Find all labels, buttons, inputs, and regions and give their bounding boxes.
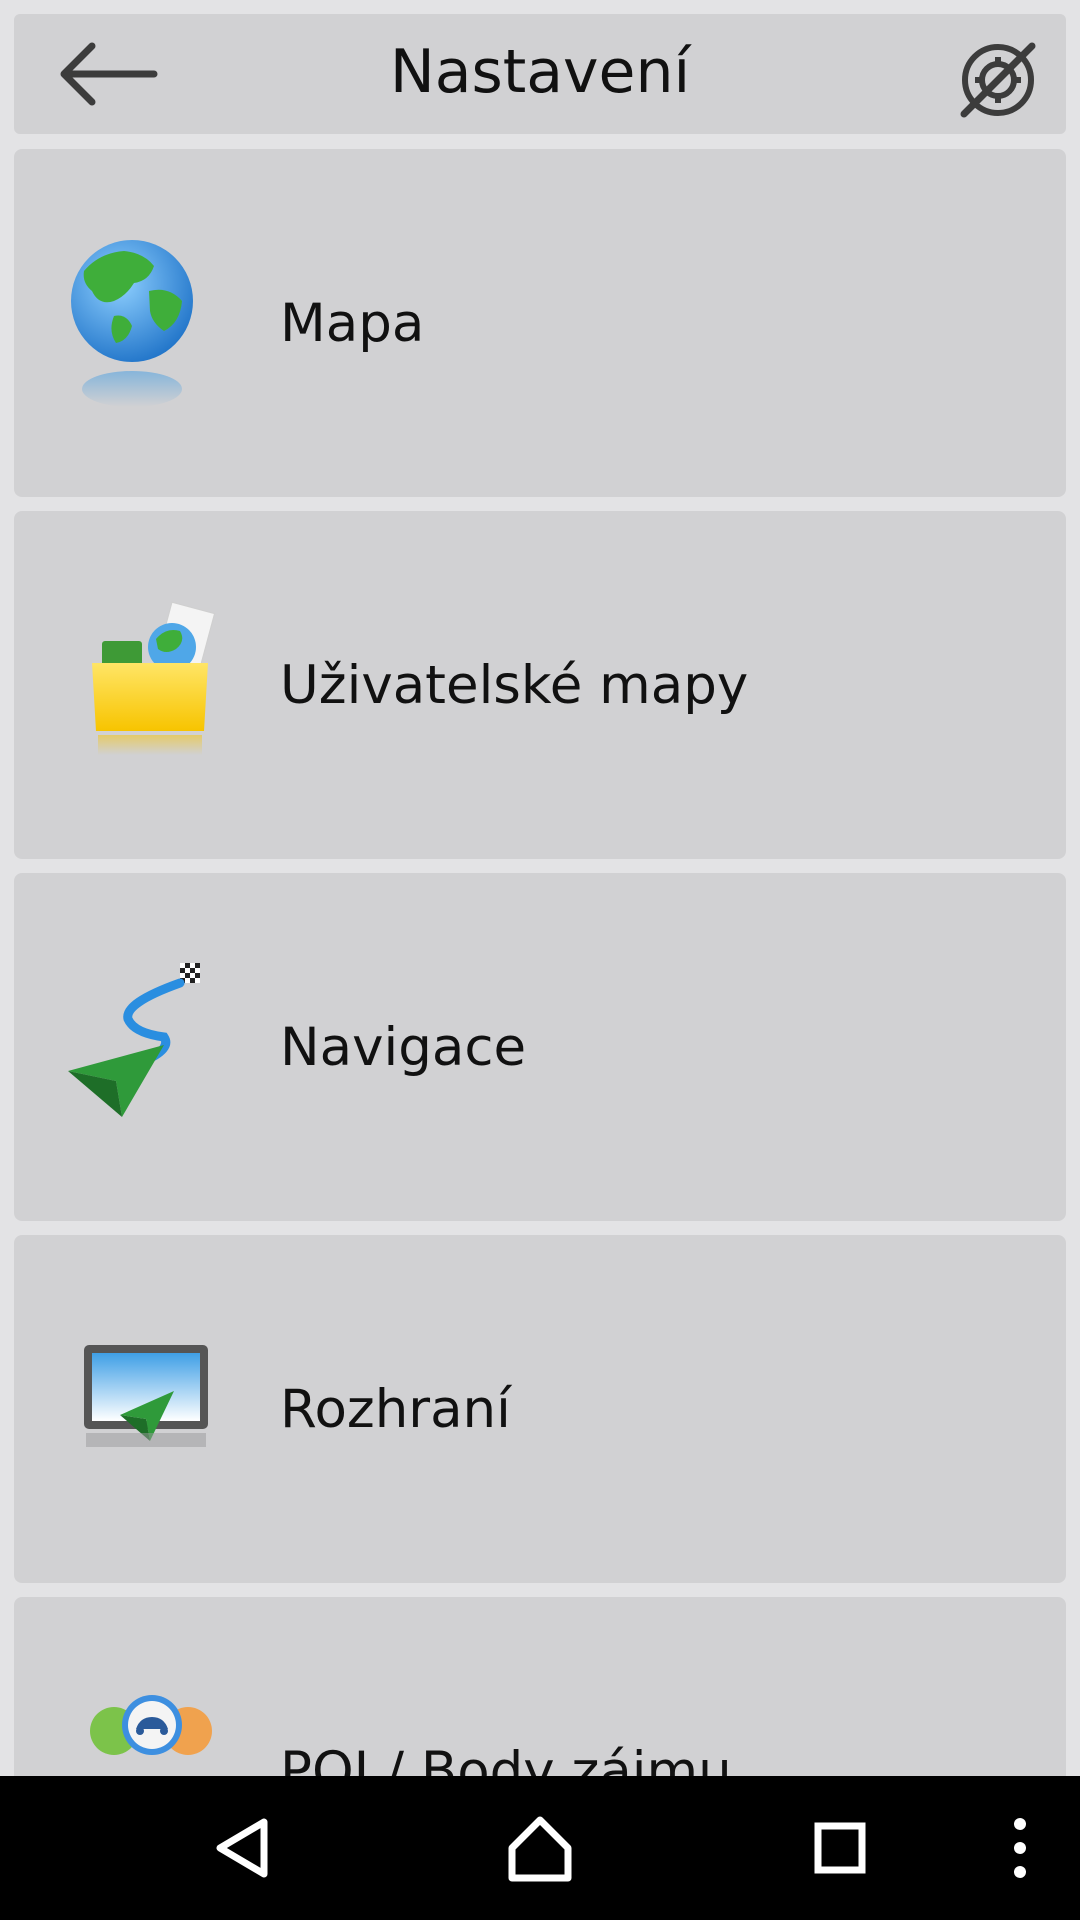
menu-item-poi[interactable]: POI / Body zájmu (14, 1597, 1066, 1776)
menu-item-mapa[interactable]: Mapa (14, 149, 1066, 497)
screen-display-icon (54, 1329, 224, 1509)
overflow-menu-icon (1014, 1818, 1026, 1878)
menu-item-navigation[interactable]: Navigace (14, 873, 1066, 1221)
system-back-button[interactable] (192, 1798, 292, 1898)
square-recents-icon (814, 1822, 866, 1874)
system-home-button[interactable] (490, 1798, 590, 1898)
menu-item-interface[interactable]: Rozhraní (14, 1235, 1066, 1583)
gps-status-button[interactable] (956, 38, 1040, 122)
folder-globe-icon (54, 601, 224, 781)
header-bar: Nastavení (14, 14, 1066, 134)
home-icon (508, 1816, 572, 1882)
poi-pins-icon (54, 1691, 224, 1776)
page-title: Nastavení (389, 37, 691, 107)
system-recents-button[interactable] (790, 1798, 890, 1898)
triangle-back-icon (216, 1818, 268, 1878)
menu-item-label: Uživatelské mapy (280, 655, 749, 716)
system-navigation-bar (0, 1776, 1080, 1920)
settings-list[interactable]: Mapa Uživatelské mapy Navigace Rozhraní … (14, 149, 1066, 1776)
navigation-route-icon (54, 953, 224, 1133)
menu-item-label: POI / Body zájmu (280, 1741, 732, 1776)
menu-item-label: Mapa (280, 293, 425, 354)
menu-item-label: Rozhraní (280, 1379, 511, 1440)
gps-off-icon (960, 42, 1036, 118)
menu-item-user-maps[interactable]: Uživatelské mapy (14, 511, 1066, 859)
menu-item-label: Navigace (280, 1017, 527, 1078)
globe-icon (54, 231, 224, 411)
system-menu-button[interactable] (970, 1798, 1070, 1898)
